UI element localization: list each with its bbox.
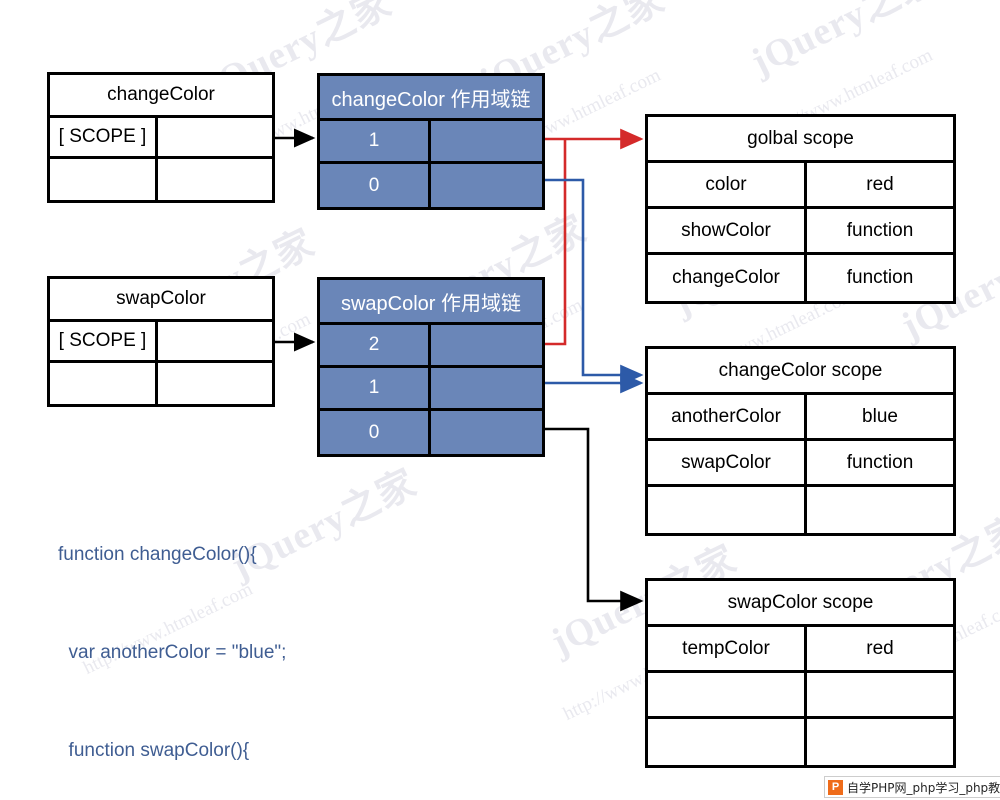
changeColor-function-object: changeColor [ SCOPE ] [47, 72, 275, 203]
variable-name [648, 673, 807, 716]
function-object-title: changeColor [107, 84, 215, 105]
variable-name [648, 487, 807, 533]
scope-table-title: changeColor scope [718, 359, 883, 381]
scope-chain-title: swapColor 作用域链 [340, 292, 522, 315]
site-attribution-label: 自学PHP网_php学习_php教 [847, 780, 1000, 795]
php-logo-icon: P [828, 779, 843, 795]
scope-chain-pointer [431, 368, 542, 408]
table-row [50, 159, 272, 200]
variable-value: function [846, 267, 914, 288]
scope-chain-title: changeColor 作用域链 [331, 88, 531, 111]
table-row: 2 [320, 325, 542, 368]
variable-value [807, 673, 953, 716]
table-row: [ SCOPE ] [50, 322, 272, 363]
variable-name [648, 719, 807, 765]
scope-chain-index: 0 [320, 411, 431, 454]
code-line: function swapColor(){ [58, 739, 250, 761]
scope-chain-index: 1 [320, 121, 431, 161]
table-row [50, 363, 272, 404]
variable-value: red [866, 173, 894, 195]
table-row: color red [648, 163, 953, 209]
scope-chain-pointer [431, 411, 542, 454]
variable-value [807, 487, 953, 533]
global-scope-table: golbal scope color red showColor functio… [645, 114, 956, 304]
table-row: changeColor [50, 75, 272, 118]
table-row [648, 487, 953, 533]
diagram-canvas: jQuery之家 http://www.htmleaf.com jQuery之家… [0, 0, 1000, 800]
scope-table-title: swapColor scope [727, 591, 874, 613]
table-row: changeColor scope [648, 349, 953, 395]
swapColor-scope-table: swapColor scope tempColor red [645, 578, 956, 768]
variable-name: tempColor [648, 627, 807, 670]
table-row: showColor function [648, 209, 953, 255]
scope-chain-pointer [431, 164, 542, 207]
variable-name: swapColor [648, 441, 807, 484]
scope-table-title: golbal scope [747, 127, 854, 149]
table-row: 1 [320, 121, 542, 164]
table-row: swapColor [50, 279, 272, 322]
function-object-title: swapColor [116, 288, 206, 309]
swapColor-scope-chain: swapColor 作用域链 2 1 0 [317, 277, 545, 457]
scope-property-label: [ SCOPE ] [50, 322, 158, 360]
table-row: 0 [320, 411, 542, 454]
variable-value: function [846, 451, 914, 473]
empty-property-value [158, 159, 272, 200]
table-row: changeColor 作用域链 [320, 76, 542, 121]
table-row: 1 [320, 368, 542, 411]
table-row: golbal scope [648, 117, 953, 163]
changeColor-scope-table: changeColor scope anotherColor blue swap… [645, 346, 956, 536]
scope-chain-index: 1 [320, 368, 431, 408]
table-row: [ SCOPE ] [50, 118, 272, 159]
empty-property-label [50, 159, 158, 200]
table-row: 0 [320, 164, 542, 207]
scope-chain-index: 0 [320, 164, 431, 207]
variable-value: function [846, 219, 914, 241]
variable-name: color [648, 163, 807, 206]
table-row: swapColor scope [648, 581, 953, 627]
variable-name: changeColor [648, 255, 807, 301]
code-line: function changeColor(){ [58, 544, 257, 566]
scope-chain-index: 2 [320, 325, 431, 365]
variable-value: red [866, 637, 894, 659]
changeColor-scope-chain: changeColor 作用域链 1 0 [317, 73, 545, 210]
variable-value: blue [862, 405, 898, 427]
table-row: swapColor 作用域链 [320, 280, 542, 325]
source-code-listing: function changeColor(){ var anotherColor… [58, 474, 330, 800]
variable-value [807, 719, 953, 765]
scope-property-label: [ SCOPE ] [50, 118, 158, 156]
table-row: changeColor function [648, 255, 953, 301]
swapColor-function-object: swapColor [ SCOPE ] [47, 276, 275, 407]
empty-property-value [158, 363, 272, 404]
site-attribution-badge[interactable]: P 自学PHP网_php学习_php教 [824, 776, 1000, 798]
empty-property-label [50, 363, 158, 404]
table-row [648, 719, 953, 765]
scope-chain-pointer [431, 121, 542, 161]
variable-name: showColor [648, 209, 807, 252]
code-line: var anotherColor = "blue"; [58, 641, 287, 663]
table-row: tempColor red [648, 627, 953, 673]
variable-name: anotherColor [648, 395, 807, 438]
table-row: swapColor function [648, 441, 953, 487]
table-row: anotherColor blue [648, 395, 953, 441]
table-row [648, 673, 953, 719]
watermark-brand: jQuery之家 [744, 0, 944, 84]
scope-property-value [158, 322, 272, 360]
scope-property-value [158, 118, 272, 156]
scope-chain-pointer [431, 325, 542, 365]
